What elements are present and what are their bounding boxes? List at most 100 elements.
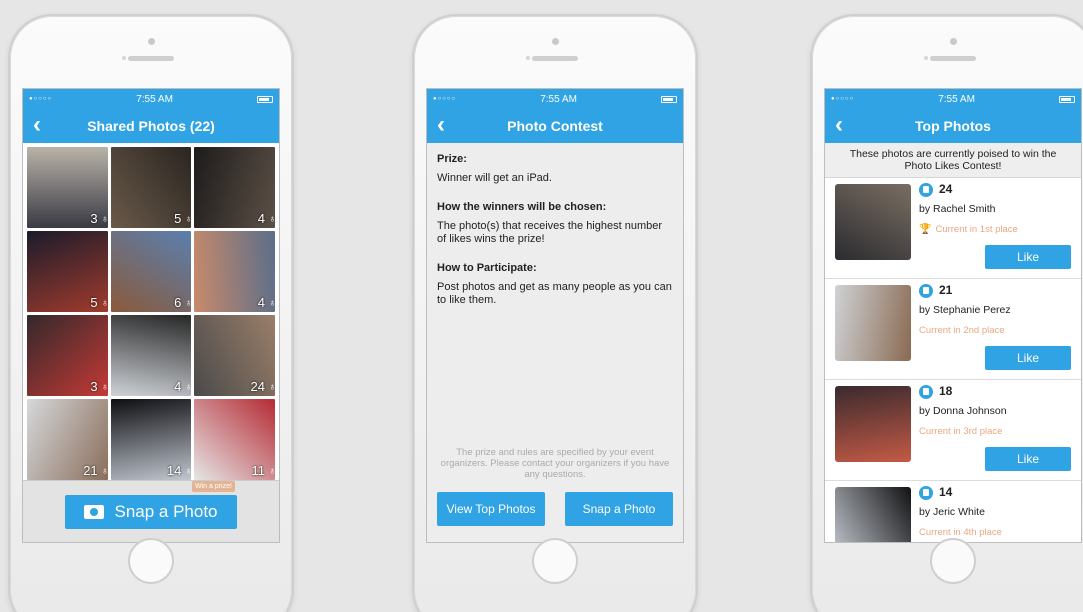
page-title: Shared Photos (22) bbox=[87, 118, 215, 134]
thumbs-up-icon: ♁ bbox=[268, 298, 275, 309]
like-button[interactable]: Like bbox=[985, 447, 1071, 471]
nav-bar: ‹ Photo Contest bbox=[427, 109, 683, 143]
snap-photo-label: Snap a Photo bbox=[114, 502, 218, 521]
snap-photo-button[interactable]: Snap a Photo bbox=[65, 495, 237, 529]
earpiece-speaker bbox=[128, 56, 174, 61]
earpiece-speaker bbox=[532, 56, 578, 61]
top-photos-list: 24 by Rachel Smith 🏆 Current in 1st place… bbox=[825, 178, 1081, 542]
home-button[interactable] bbox=[128, 538, 174, 584]
screen: ●○○○○ 7:55 AM ‹ Top Photos These photos … bbox=[824, 88, 1082, 543]
screen: ●○○○○ 7:55 AM ‹ Shared Photos (22) 3♁5♁4… bbox=[22, 88, 280, 543]
phone-shared-photos: ●○○○○ 7:55 AM ‹ Shared Photos (22) 3♁5♁4… bbox=[8, 14, 294, 612]
like-count: 11 bbox=[251, 463, 265, 478]
phone-photo-contest: ●○○○○ 7:55 AM ‹ Photo Contest Prize: Win… bbox=[412, 14, 698, 612]
thumbs-up-icon: ♁ bbox=[185, 382, 192, 393]
like-count: 4 bbox=[257, 211, 265, 226]
status-bar: ●○○○○ 7:55 AM bbox=[427, 89, 683, 109]
status-bar: ●○○○○ 7:55 AM bbox=[825, 89, 1081, 109]
photo-tile[interactable]: 11♁ bbox=[194, 399, 275, 480]
page-title: Photo Contest bbox=[507, 118, 603, 134]
phone-top-photos: ●○○○○ 7:55 AM ‹ Top Photos These photos … bbox=[810, 14, 1083, 612]
snap-bar: Snap a Photo Win a prize! bbox=[23, 480, 279, 542]
back-chevron-icon[interactable]: ‹ bbox=[437, 112, 445, 138]
photographer-name: by Donna Johnson bbox=[919, 405, 1007, 417]
like-button[interactable]: Like bbox=[985, 346, 1071, 370]
participate-text: Post photos and get as many people as yo… bbox=[437, 281, 672, 306]
photo-tile[interactable]: 5♁ bbox=[110, 147, 192, 228]
like-button[interactable]: Like bbox=[985, 245, 1071, 269]
like-count: 5 bbox=[90, 295, 98, 310]
nav-bar: ‹ Shared Photos (22) bbox=[23, 109, 279, 143]
earpiece-speaker bbox=[930, 56, 976, 61]
thumbs-up-icon: ♁ bbox=[185, 214, 192, 225]
status-time: 7:55 AM bbox=[136, 93, 173, 105]
thumbs-up-icon bbox=[919, 284, 933, 298]
top-photos-intro: These photos are currently poised to win… bbox=[825, 143, 1081, 178]
contest-details: Prize: Winner will get an iPad. How the … bbox=[427, 143, 683, 542]
signal-icon: ●○○○○ bbox=[29, 96, 53, 102]
participate-heading: How to Participate: bbox=[437, 262, 537, 274]
front-camera bbox=[950, 38, 957, 45]
battery-icon bbox=[1058, 95, 1075, 103]
like-count: 4 bbox=[174, 379, 182, 394]
place-status: 🏆 Current in 1st place bbox=[919, 224, 1018, 235]
page-title: Top Photos bbox=[915, 118, 991, 134]
home-button[interactable] bbox=[532, 538, 578, 584]
screen: ●○○○○ 7:55 AM ‹ Photo Contest Prize: Win… bbox=[426, 88, 684, 543]
thumbs-up-icon bbox=[919, 385, 933, 399]
back-chevron-icon[interactable]: ‹ bbox=[835, 112, 843, 138]
top-photo-item: 21 by Stephanie Perez Current in 2nd pla… bbox=[825, 279, 1081, 380]
photo-tile[interactable]: 6♁ bbox=[110, 231, 192, 312]
signal-icon: ●○○○○ bbox=[433, 96, 457, 102]
like-count: 21 bbox=[939, 283, 953, 297]
like-count: 18 bbox=[939, 384, 953, 398]
thumbs-up-icon: ♁ bbox=[101, 214, 108, 225]
thumbs-up-icon: ♁ bbox=[101, 298, 108, 309]
photo-tile[interactable]: 3♁ bbox=[27, 315, 108, 396]
signal-icon: ●○○○○ bbox=[831, 96, 855, 102]
photo-thumbnail[interactable] bbox=[835, 184, 911, 260]
photographer-name: by Rachel Smith bbox=[919, 203, 996, 215]
organizer-note: The prize and rules are specified by you… bbox=[440, 447, 670, 480]
place-label: Current in 1st place bbox=[935, 224, 1018, 235]
place-status: Current in 4th place bbox=[919, 527, 1002, 538]
photo-tile[interactable]: 4♁ bbox=[194, 147, 275, 228]
status-time: 7:55 AM bbox=[540, 93, 577, 105]
photo-tile[interactable]: 3♁ bbox=[27, 147, 108, 228]
photo-tile[interactable]: 5♁ bbox=[27, 231, 108, 312]
back-chevron-icon[interactable]: ‹ bbox=[33, 112, 41, 138]
thumbs-up-icon bbox=[919, 486, 933, 500]
photo-thumbnail[interactable] bbox=[835, 487, 911, 542]
photo-tile[interactable]: 4♁ bbox=[194, 231, 275, 312]
photo-thumbnail[interactable] bbox=[835, 386, 911, 462]
photo-tile[interactable]: 24♁ bbox=[194, 315, 275, 396]
thumbs-up-icon: ♁ bbox=[268, 214, 275, 225]
camera-icon bbox=[84, 505, 105, 519]
place-status: Current in 2nd place bbox=[919, 325, 1005, 336]
view-top-photos-button[interactable]: View Top Photos bbox=[437, 492, 545, 526]
win-prize-badge[interactable]: Win a prize! bbox=[192, 481, 235, 492]
winners-text: The photo(s) that receives the highest n… bbox=[437, 220, 663, 245]
photo-thumbnail[interactable] bbox=[835, 285, 911, 361]
photo-tile[interactable]: 4♁ bbox=[110, 315, 192, 396]
thumbs-up-icon: ♁ bbox=[101, 466, 108, 477]
like-count: 21 bbox=[83, 463, 98, 478]
photo-grid: 3♁5♁4♁5♁6♁4♁3♁4♁24♁21♁14♁11♁ bbox=[23, 143, 279, 484]
home-button[interactable] bbox=[930, 538, 976, 584]
thumbs-up-icon: ♁ bbox=[101, 382, 108, 393]
snap-photo-button[interactable]: Snap a Photo bbox=[565, 492, 673, 526]
like-count: 4 bbox=[257, 295, 265, 310]
photo-tile[interactable]: 14♁ bbox=[110, 399, 192, 480]
winners-heading: How the winners will be chosen: bbox=[437, 201, 607, 213]
prize-text: Winner will get an iPad. bbox=[437, 172, 552, 184]
top-photo-item: 14 by Jeric White Current in 4th place L… bbox=[825, 481, 1081, 542]
front-camera bbox=[552, 38, 559, 45]
thumbs-up-icon: ♁ bbox=[185, 466, 192, 477]
like-count: 14 bbox=[166, 463, 182, 478]
thumbs-up-icon bbox=[919, 183, 933, 197]
like-count: 3 bbox=[90, 211, 98, 226]
status-bar: ●○○○○ 7:55 AM bbox=[23, 89, 279, 109]
trophy-icon: 🏆 bbox=[919, 224, 932, 235]
photo-tile[interactable]: 21♁ bbox=[27, 399, 108, 480]
sensor bbox=[122, 56, 126, 60]
